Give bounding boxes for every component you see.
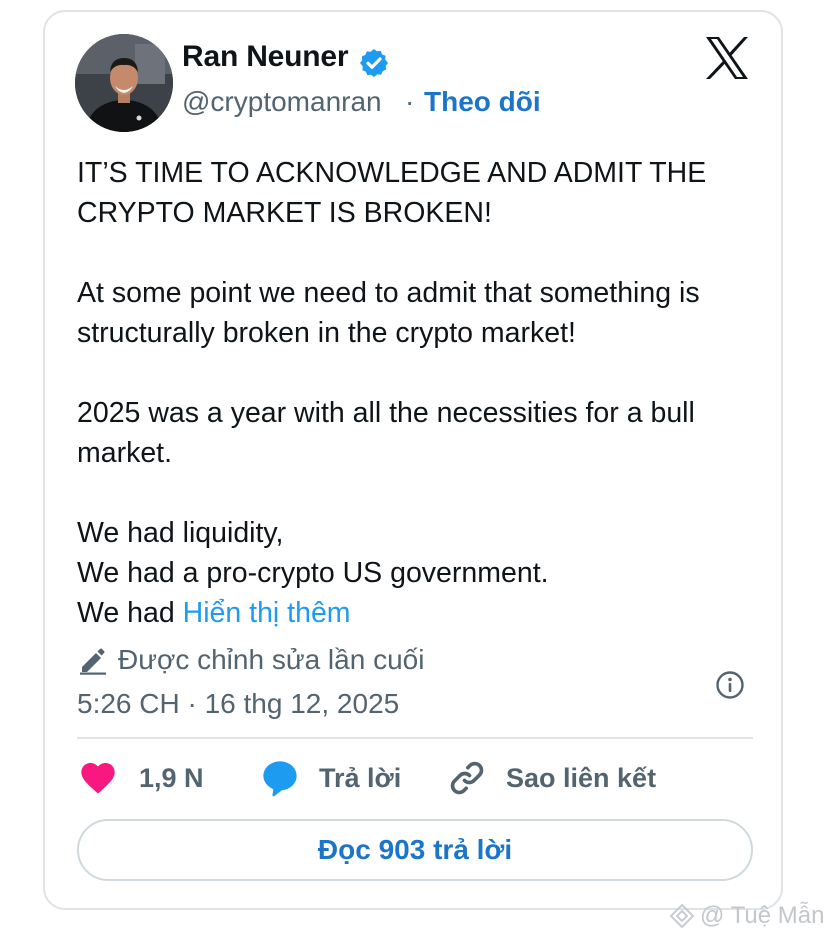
tweet-line: market. <box>77 437 173 469</box>
like-count: 1,9 N <box>139 762 204 793</box>
avatar-image <box>75 34 173 132</box>
reply-button[interactable]: Trả lời <box>259 755 401 801</box>
tweet-line: 2025 was a year with all the necessities… <box>77 397 695 429</box>
author-handle[interactable]: @cryptomanran <box>182 86 382 118</box>
tweet-text: IT’S TIME TO ACKNOWLEDGE AND ADMIT THE C… <box>77 153 767 633</box>
tweet-line: CRYPTO MARKET IS BROKEN! <box>77 197 492 229</box>
follow-link[interactable]: Theo dõi <box>424 86 541 118</box>
heart-icon <box>81 763 115 794</box>
tweet-line-truncated: We had Hiển thị thêm <box>77 593 767 633</box>
tweet-line: At some point we need to admit that some… <box>77 277 700 309</box>
tweet-timestamp[interactable]: 5:26 CH · 16 thg 12, 2025 <box>77 688 399 720</box>
info-icon[interactable] <box>715 670 745 700</box>
like-button[interactable]: 1,9 N <box>77 755 204 801</box>
x-logo-icon[interactable] <box>704 36 750 80</box>
tweet-line: We had a pro-crypto US government. <box>77 557 549 589</box>
tweet-line: IT’S TIME TO ACKNOWLEDGE AND ADMIT THE <box>77 157 707 189</box>
handle-separator: · <box>405 86 415 117</box>
watermark: @ Tuệ Mẫn <box>668 900 824 932</box>
diamond-logo-icon <box>669 903 695 929</box>
pencil-icon <box>80 648 106 675</box>
tweet-line-prefix: We had <box>77 597 183 629</box>
copy-link-label: Sao liên kết <box>506 762 657 793</box>
edited-indicator[interactable]: Được chỉnh sửa lần cuối <box>78 640 424 680</box>
divider <box>77 737 753 739</box>
reply-label: Trả lời <box>319 762 402 793</box>
read-replies-button[interactable]: Đọc 903 trả lời <box>77 819 753 881</box>
copy-link-button[interactable]: Sao liên kết <box>447 755 656 801</box>
reply-bubble-icon <box>263 761 297 797</box>
verified-badge-icon <box>360 49 388 77</box>
show-more-link[interactable]: Hiển thị thêm <box>183 597 351 629</box>
link-icon <box>450 761 484 795</box>
avatar[interactable] <box>75 34 173 132</box>
edited-label: Được chỉnh sửa lần cuối <box>118 644 425 675</box>
watermark-text: @ Tuệ Mẫn <box>700 902 825 929</box>
tweet-line: structurally broken in the crypto market… <box>77 317 576 349</box>
tweet-line: We had liquidity, <box>77 517 284 549</box>
author-name[interactable]: Ran Neuner <box>182 40 349 74</box>
